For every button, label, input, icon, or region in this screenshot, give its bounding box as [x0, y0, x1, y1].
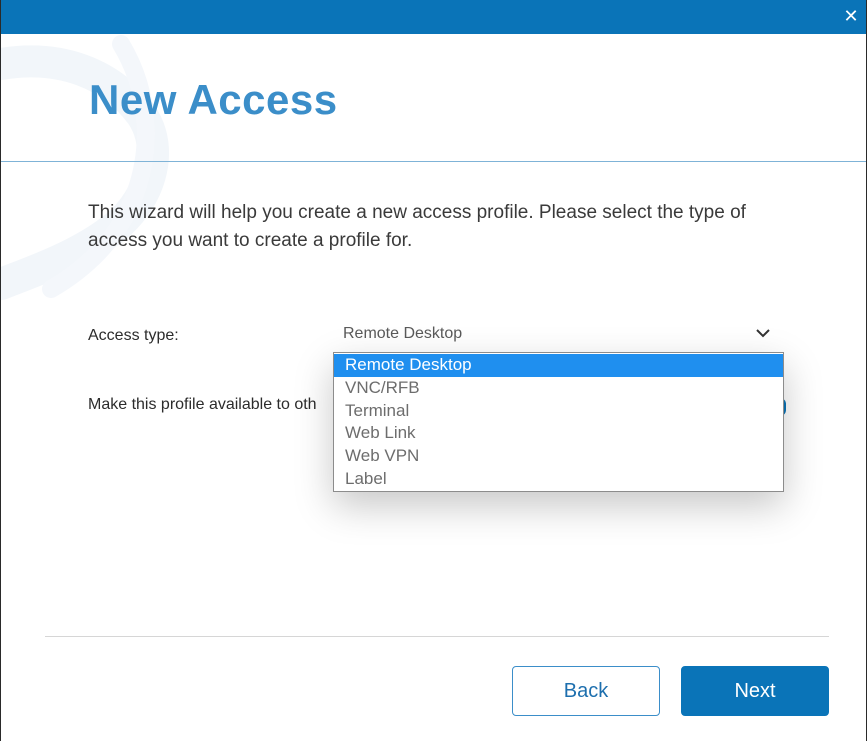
option-web-vpn[interactable]: Web VPN [334, 445, 783, 468]
option-terminal[interactable]: Terminal [334, 400, 783, 423]
access-type-select[interactable]: Remote Desktop [334, 320, 784, 350]
back-button[interactable]: Back [512, 666, 660, 716]
title-bar: ✕ [1, 0, 866, 34]
next-button[interactable]: Next [681, 666, 829, 716]
footer-divider [45, 636, 829, 637]
access-type-label: Access type: [88, 327, 179, 344]
chevron-down-icon[interactable] [756, 328, 770, 338]
intro-text: This wizard will help you create a new a… [88, 202, 746, 251]
dialog-window: ✕ New Access This wizard will help you c… [0, 0, 867, 741]
option-vnc-rfb[interactable]: VNC/RFB [334, 377, 783, 400]
availability-label: Make this profile available to oth [88, 396, 317, 413]
option-web-link[interactable]: Web Link [334, 422, 783, 445]
access-type-dropdown[interactable]: Remote Desktop VNC/RFB Terminal Web Link… [333, 352, 784, 492]
close-icon[interactable]: ✕ [840, 6, 862, 28]
option-remote-desktop[interactable]: Remote Desktop [334, 354, 783, 377]
page-title: New Access [89, 76, 338, 123]
access-type-value: Remote Desktop [343, 325, 463, 342]
option-label[interactable]: Label [334, 468, 783, 491]
header-divider [1, 161, 866, 162]
